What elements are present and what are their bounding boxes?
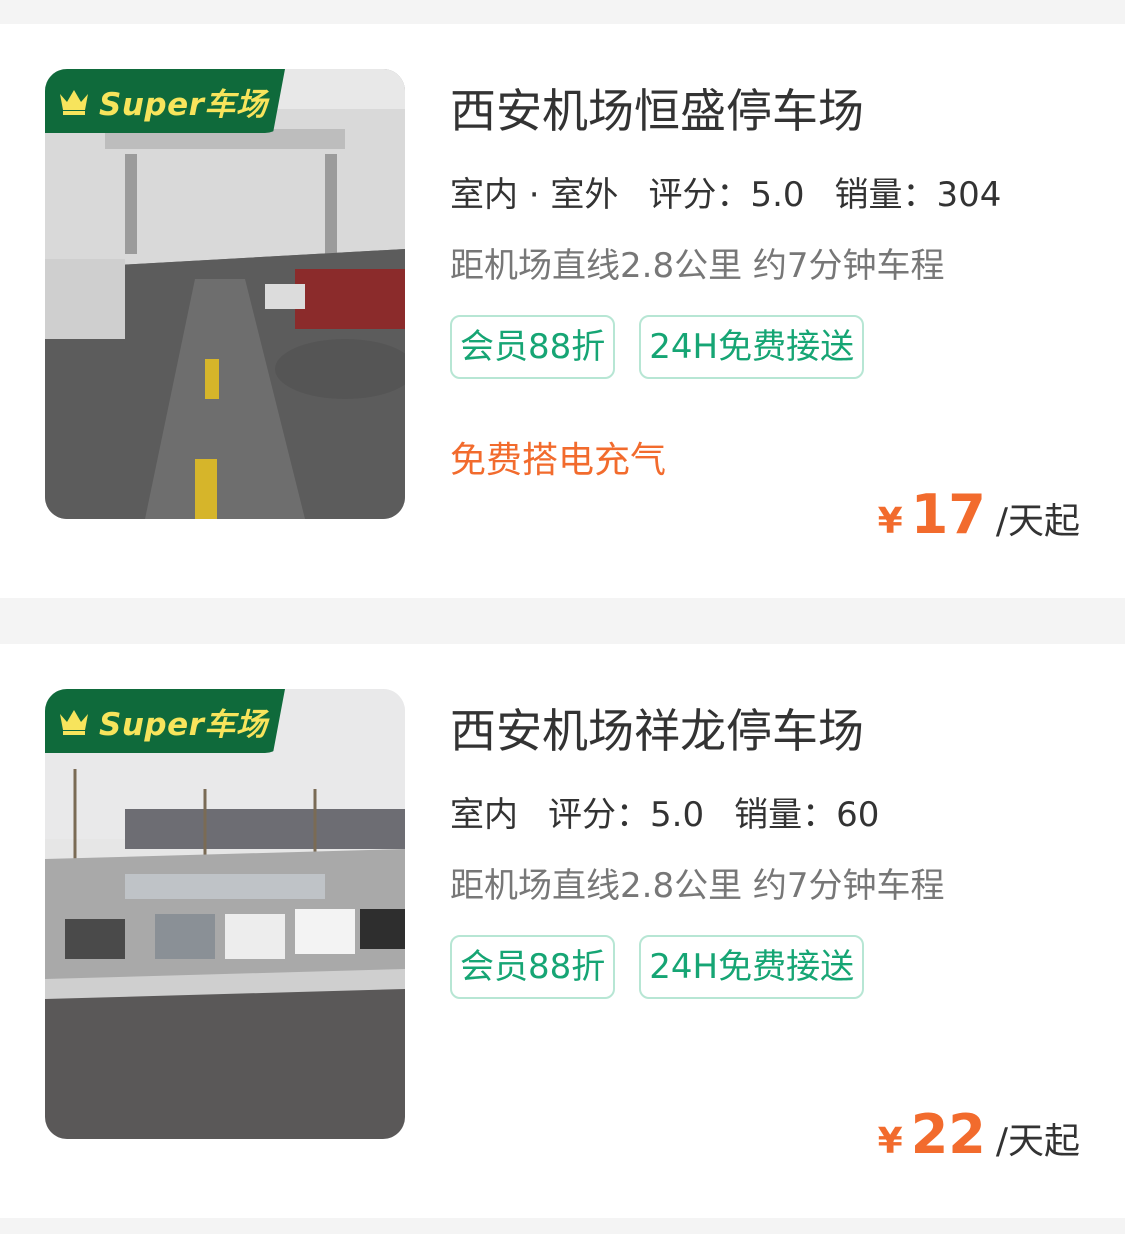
price-value: 17 [910,483,986,546]
parking-lot-name: 西安机场祥龙停车场 [450,704,864,758]
crown-icon [60,710,88,735]
parking-lot-photo: Super车场 [45,689,405,1139]
price-unit: /天起 [995,1121,1080,1162]
parking-lot-card[interactable]: Super车场 西安机场祥龙停车场 室内 评分：5.0 销量：60 距机场直线2… [0,644,1125,1218]
member-discount-chip: 会员88折 [450,315,616,380]
lot-distance: 距机场直线2.8公里 约7分钟车程 [450,246,945,287]
lot-distance: 距机场直线2.8公里 约7分钟车程 [450,866,945,907]
shuttle-chip: 24H免费接送 [639,935,865,1000]
price-unit: /天起 [995,501,1080,542]
member-discount-chip: 会员88折 [450,935,616,1000]
lot-type: 室内 [450,787,518,837]
lot-price: ¥ 17 /天起 [878,483,1080,546]
price-value: 22 [910,1103,986,1166]
lot-meta: 室内 评分：5.0 销量：60 [450,787,1085,837]
badge-label: Super车场 [99,86,268,123]
parking-lot-name: 西安机场恒盛停车场 [450,84,864,138]
lot-price: ¥ 22 /天起 [878,1103,1080,1166]
currency-symbol: ¥ [877,501,903,542]
lot-meta: 室内 · 室外 评分：5.0 销量：304 [450,167,1085,217]
parking-lot-card[interactable]: Super车场 西安机场恒盛停车场 室内 · 室外 评分：5.0 销量：304 … [0,24,1125,598]
super-lot-badge: Super车场 [45,689,285,753]
lot-score: 评分：5.0 [548,795,705,836]
lot-type: 室内 · 室外 [450,167,619,217]
lot-tags: 会员88折 24H免费接送 [450,935,1085,1000]
badge-label: Super车场 [99,706,268,743]
lot-sales: 销量：60 [734,795,880,836]
lot-score: 评分：5.0 [648,175,805,216]
lot-promo: 免费搭电充气 [450,440,667,482]
currency-symbol: ¥ [877,1121,903,1162]
shuttle-chip: 24H免费接送 [639,315,865,380]
super-lot-badge: Super车场 [45,69,285,133]
crown-icon [60,90,88,115]
parking-lot-photo: Super车场 [45,69,405,519]
lot-tags: 会员88折 24H免费接送 [450,315,1085,380]
lot-sales: 销量：304 [834,175,1002,216]
